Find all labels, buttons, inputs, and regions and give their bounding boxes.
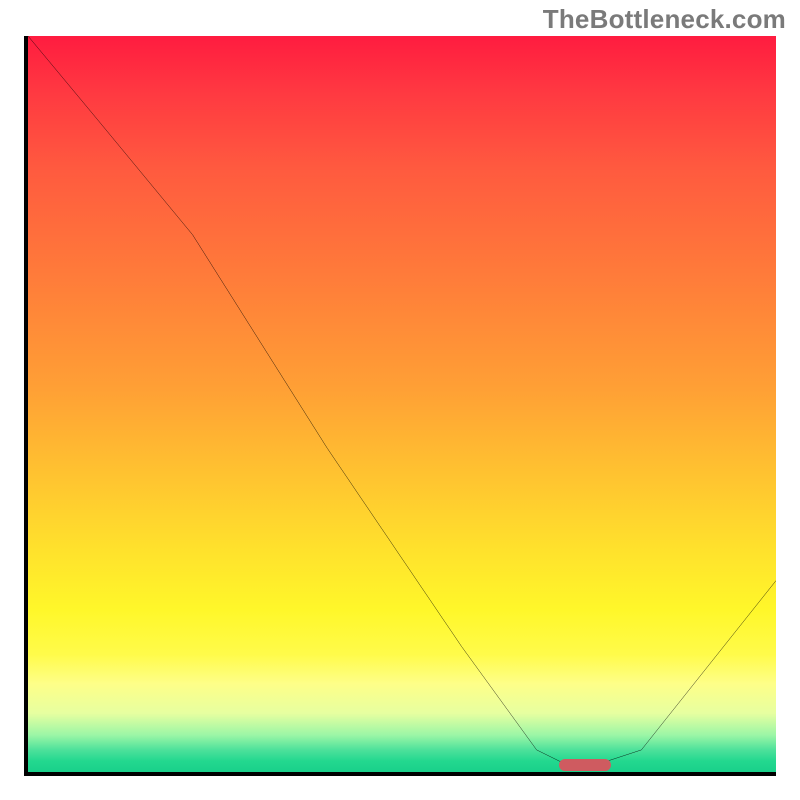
optimal-marker (559, 759, 611, 771)
plot-area (24, 36, 776, 776)
bottleneck-curve (28, 36, 776, 772)
watermark-text: TheBottleneck.com (543, 4, 786, 35)
chart-container: TheBottleneck.com (0, 0, 800, 800)
